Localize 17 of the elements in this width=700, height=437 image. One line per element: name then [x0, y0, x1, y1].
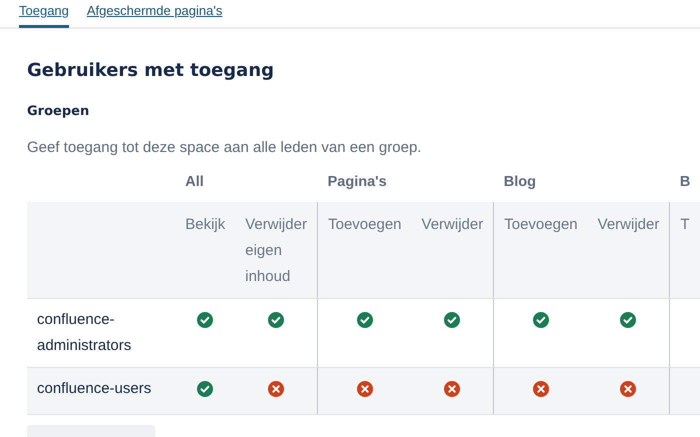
section-description: Geef toegang tot deze space aan alle leden van een groep.: [27, 139, 422, 156]
column-header: Toevoegen: [318, 202, 412, 298]
column-header: Verwijder: [412, 202, 494, 298]
page-heading: Gebruikers met toegang: [27, 60, 276, 83]
column-header: T: [670, 202, 700, 298]
group-header: Blog: [504, 174, 536, 190]
column-header: Bekijk: [175, 202, 236, 298]
tab[interactable]: Afgeschermde pagina's: [86, 0, 222, 28]
column-header: Verwijder: [588, 202, 670, 298]
column-header: Toevoegen: [494, 202, 588, 298]
group-header: Pagina's: [328, 174, 387, 190]
group-name-cell: confluence-users: [27, 368, 176, 414]
section-title: Groepen: [27, 104, 90, 119]
group-header: B: [680, 174, 690, 190]
column-header: Verwijder eigen inhoud: [235, 202, 318, 298]
tab[interactable]: Toegang: [19, 0, 69, 28]
group-header: All: [185, 174, 204, 190]
